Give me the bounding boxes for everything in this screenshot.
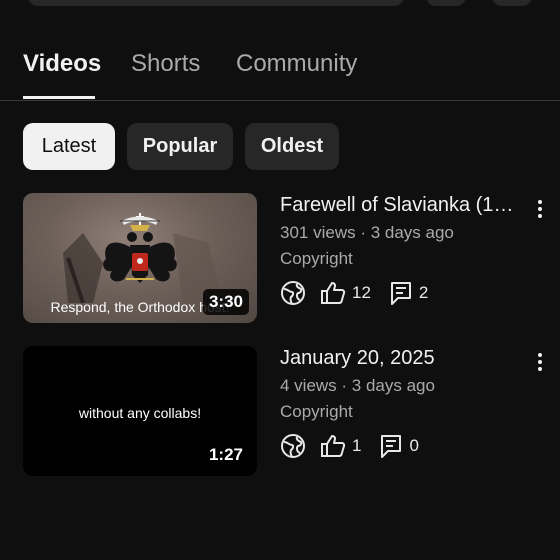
video-item[interactable]: without any collabs! 1:27 January 20, 20… (23, 346, 560, 476)
video-stats: 1 0 (280, 432, 520, 460)
duration-badge: 1:27 (202, 442, 249, 468)
sort-chips: Latest Popular Oldest (23, 123, 339, 170)
video-thumbnail[interactable]: Respond, the Orthodox host! 3:30 (23, 193, 257, 323)
globe-icon (281, 281, 305, 305)
video-title[interactable]: Farewell of Slavianka (19… (280, 193, 520, 217)
video-license: Copyright (280, 249, 353, 268)
comment-stat[interactable]: 0 (379, 433, 419, 459)
tab-videos[interactable]: Videos (23, 50, 101, 78)
video-stats: 12 2 (280, 279, 520, 307)
active-tab-indicator (23, 96, 95, 99)
video-meta: 301 views · 3 days ago (280, 223, 454, 242)
like-stat[interactable]: 12 (320, 280, 371, 306)
video-info: Farewell of Slavianka (19… 301 views · 3… (280, 193, 520, 307)
search-bar-fragment[interactable] (28, 0, 404, 6)
thumbs-up-icon (321, 282, 346, 304)
tab-shorts[interactable]: Shorts (131, 50, 200, 78)
like-count: 1 (352, 436, 362, 455)
comment-stat[interactable]: 2 (389, 280, 428, 306)
thumbnail-caption: without any collabs! (78, 405, 202, 421)
thumbs-up-icon (321, 435, 346, 457)
chip-oldest[interactable]: Oldest (245, 123, 339, 170)
tab-community[interactable]: Community (236, 50, 357, 78)
video-title[interactable]: January 20, 2025 (280, 346, 520, 370)
channel-tabs: Videos Shorts Community (0, 40, 560, 101)
chip-popular[interactable]: Popular (127, 123, 233, 170)
video-meta: 4 views · 3 days ago (280, 376, 435, 395)
video-info: January 20, 2025 4 views · 3 days ago Co… (280, 346, 520, 460)
video-thumbnail[interactable]: without any collabs! 1:27 (23, 346, 257, 476)
video-license: Copyright (280, 402, 353, 421)
video-item[interactable]: Respond, the Orthodox host! 3:30 Farewel… (23, 193, 560, 323)
comment-count: 2 (418, 283, 429, 302)
chip-latest[interactable]: Latest (23, 123, 115, 170)
comment-icon (390, 282, 411, 305)
top-icon-button[interactable] (492, 0, 532, 6)
more-options-icon[interactable] (530, 350, 550, 376)
globe-icon (281, 434, 305, 458)
comment-count: 0 (409, 436, 419, 455)
like-stat[interactable]: 1 (320, 433, 361, 459)
top-icon-button[interactable] (426, 0, 466, 6)
like-count: 12 (352, 283, 371, 302)
duration-badge: 3:30 (202, 289, 249, 315)
more-options-icon[interactable] (530, 197, 550, 223)
comment-icon (381, 435, 402, 458)
